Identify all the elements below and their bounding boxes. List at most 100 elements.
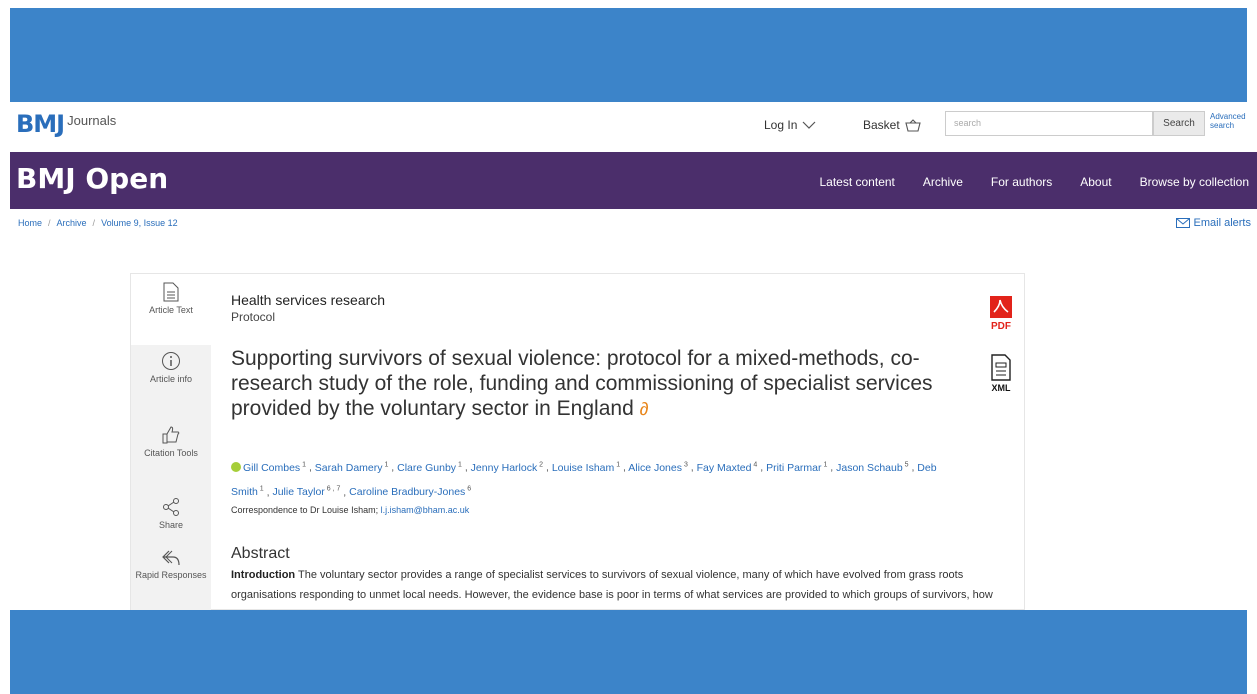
author-separator: , [543,461,552,474]
nav-links: Latest content Archive For authors About… [819,175,1249,189]
author-entry[interactable]: Julie Taylor 6 , 7 [272,485,341,499]
breadcrumb-issue[interactable]: Volume 9, Issue 12 [101,218,178,228]
thumbs-up-icon [162,426,180,444]
sidebar-item-rapid-responses[interactable]: Rapid Responses [131,549,211,580]
envelope-icon [1175,218,1190,228]
basket-label: Basket [863,118,900,132]
xml-download-button[interactable]: XML [988,354,1014,399]
correspondence-prefix: Correspondence to Dr Louise Isham; [231,505,379,515]
author-entry[interactable]: Jenny Harlock 2 [470,461,543,474]
article-type: Protocol [231,310,276,324]
search-button[interactable]: Search [1153,111,1205,136]
author-separator: , [687,461,697,474]
nav-latest-content[interactable]: Latest content [819,175,894,189]
author-name: Priti Parmar [766,461,822,474]
pdf-label: PDF [991,321,1011,332]
author-name: Louise Isham [551,461,615,474]
author-name: Gill Combes [243,461,301,474]
author-entry[interactable]: Fay Maxted 4 [696,461,758,474]
bottom-blue-band [10,610,1247,694]
author-name: Julie Taylor [272,486,325,498]
author-name: Caroline Bradbury-Jones [349,486,466,498]
pdf-download-button[interactable]: PDF [988,296,1014,337]
author-entry[interactable]: Gill Combes 1 [231,461,306,474]
nav-browse-by-collection[interactable]: Browse by collection [1140,175,1249,189]
author-entry[interactable]: Priti Parmar 1 [766,461,827,474]
top-blue-band [10,8,1247,102]
document-icon [163,282,179,302]
basket-icon [904,118,921,132]
open-access-icon: ∂ [639,399,649,419]
article-title: Supporting survivors of sexual violence:… [231,346,961,422]
author-separator: , [908,461,918,474]
page: BMJ Journals Log In Basket search Search… [0,0,1257,694]
logo-journals-text: Journals [67,113,117,128]
sidebar-label: Share [158,520,184,530]
orcid-icon[interactable] [231,461,241,472]
search-input[interactable]: search [945,111,1153,136]
nav-archive[interactable]: Archive [923,175,963,189]
advanced-search-link[interactable]: Advanced search [1210,112,1250,130]
article-sidebar: Article Text Article info Citation Tools… [131,274,211,611]
info-icon [162,352,180,370]
author-separator: , [757,461,767,474]
author-name: Fay Maxted [696,461,752,474]
login-menu[interactable]: Log In [764,118,816,132]
xml-label: XML [992,383,1012,393]
breadcrumb-separator: / [92,218,96,228]
bmj-journals-logo[interactable]: BMJ Journals [16,110,116,138]
email-alerts-link[interactable]: Email alerts [1175,217,1251,229]
sidebar-label: Rapid Responses [135,570,207,580]
author-name: Clare Gunby [397,461,457,474]
xml-icon: XML [991,354,1012,393]
breadcrumb: Home / Archive / Volume 9, Issue 12 [18,218,178,228]
sidebar-item-article-text[interactable]: Article Text [131,274,211,345]
article-section: Health services research [231,292,386,308]
author-entry[interactable]: Jason Schaub 5 [836,461,908,474]
author-name: Jenny Harlock [470,461,538,474]
pdf-icon: PDF [990,296,1012,332]
journal-nav-bar: BMJ Open Latest content Archive For auth… [10,152,1257,209]
author-entry[interactable]: Sarah Damery 1 [315,461,389,474]
share-icon [163,498,179,516]
author-separator: , [340,486,350,498]
reply-icon [162,550,180,566]
sidebar-item-citation-tools[interactable]: Citation Tools [131,425,211,458]
author-name: Jason Schaub [836,461,903,474]
article-card: Article Text Article info Citation Tools… [130,273,1025,621]
utility-bar: BMJ Journals Log In Basket search Search… [10,102,1257,152]
nav-for-authors[interactable]: For authors [991,175,1052,189]
logo-bmj-text: BMJ [16,110,65,138]
correspondence-email[interactable]: l.j.isham@bham.ac.uk [381,505,470,515]
abstract-heading: Abstract [231,545,290,562]
article-title-text: Supporting survivors of sexual violence:… [231,347,933,420]
login-label: Log In [764,118,798,132]
correspondence: Correspondence to Dr Louise Isham; l.j.i… [231,505,469,515]
email-alerts-label: Email alerts [1193,217,1251,229]
author-entry[interactable]: Caroline Bradbury-Jones 6 [349,485,472,499]
sidebar-label: Article info [149,374,193,384]
author-separator: , [827,461,837,474]
journal-title[interactable]: BMJ Open [16,162,168,195]
sidebar-item-share[interactable]: Share [131,497,211,530]
author-entry[interactable]: Louise Isham 1 [551,461,620,474]
author-name: Alice Jones [628,461,682,474]
breadcrumb-separator: / [48,218,51,228]
author-separator: , [306,461,315,474]
breadcrumb-archive[interactable]: Archive [57,218,87,228]
chevron-down-icon [802,121,816,129]
author-separator: , [388,461,398,474]
abstract-section-label: Introduction [231,569,296,581]
breadcrumb-home[interactable]: Home [18,218,42,228]
author-entry[interactable]: Alice Jones 3 [628,461,688,474]
author-entry[interactable]: Clare Gunby 1 [397,461,462,474]
sidebar-item-article-info[interactable]: Article info [131,351,211,384]
basket-link[interactable]: Basket [863,118,921,132]
author-affiliation: 6 , 7 [324,485,341,493]
author-separator: , [461,461,471,474]
sidebar-label: Article Text [149,305,193,315]
author-list: Gill Combes 1 , Sarah Damery 1 , Clare G… [231,454,951,503]
nav-about[interactable]: About [1080,175,1111,189]
author-affiliation: 6 [465,485,472,493]
article-content: Health services research Protocol Suppor… [231,292,1011,621]
